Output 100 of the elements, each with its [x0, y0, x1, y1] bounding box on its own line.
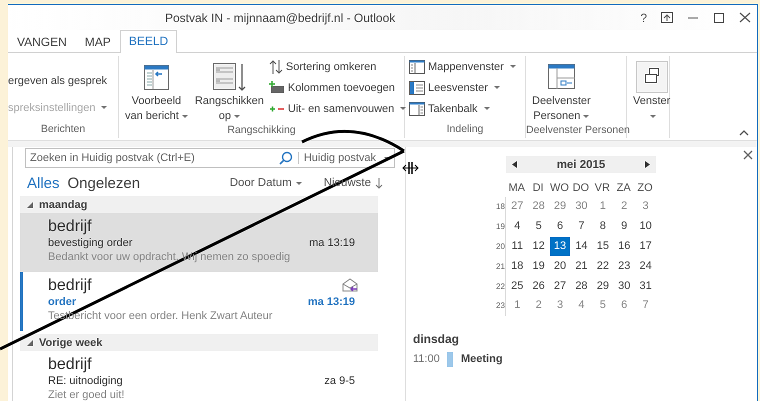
calendar-day[interactable]: 22 [592, 256, 613, 276]
calendar-day[interactable]: 7 [636, 296, 656, 316]
weekday-label: ZO [636, 182, 654, 194]
calendar-day[interactable]: 4 [571, 296, 592, 316]
ribbon-tab[interactable]: MAP [76, 31, 120, 53]
calendar-day[interactable]: 29 [592, 276, 613, 296]
calendar-day[interactable]: 1 [507, 296, 528, 316]
calendar-day[interactable]: 31 [636, 276, 656, 296]
caret-icon [400, 107, 406, 110]
weekday-label: DI [532, 182, 545, 194]
calendar-day[interactable]: 2 [614, 197, 634, 216]
ribbon-button[interactable]: Rangschikken op [192, 56, 266, 124]
calendar-day[interactable]: 2 [528, 296, 549, 316]
collapse-triangle-icon [27, 340, 33, 346]
calendar-day[interactable]: 17 [636, 236, 656, 256]
calendar-day[interactable]: 10 [636, 217, 656, 236]
calendar-day[interactable]: 1 [592, 197, 613, 216]
week-number: 19 [496, 221, 506, 234]
calendar-day[interactable]: 6 [550, 217, 570, 236]
calendar-day[interactable]: 8 [592, 217, 613, 236]
group-header[interactable]: Vorige week [20, 334, 378, 351]
calendar-day[interactable]: 11 [507, 236, 528, 256]
ribbon-button[interactable]: Voorbeeld van bericht [123, 56, 190, 124]
calendar-day[interactable]: 16 [614, 236, 634, 256]
maximize-icon[interactable] [713, 12, 725, 23]
calendar-day[interactable]: 28 [571, 276, 592, 296]
calendar-day[interactable]: 26 [528, 276, 549, 296]
week-number: 20 [496, 240, 506, 253]
scope-dropdown[interactable]: Huidig postvak [304, 152, 394, 164]
ribbon-button[interactable]: Kolommen toevoegen [268, 77, 406, 98]
ribbon-button[interactable]: Leesvenster [409, 77, 516, 98]
ribbon-button[interactable]: Uit- en samenvouwen [268, 98, 406, 119]
previous-month-icon[interactable] [512, 161, 517, 168]
collapse-ribbon-icon[interactable] [739, 130, 749, 136]
arrange-list-icon [211, 61, 248, 93]
calendar-day[interactable]: 14 [571, 236, 592, 256]
calendar-day[interactable]: 5 [592, 296, 613, 316]
add-columns-icon [268, 80, 285, 94]
calendar-day[interactable]: 28 [528, 197, 549, 216]
calendar-day[interactable]: 24 [636, 256, 656, 276]
group-label: Rangschikking [226, 124, 297, 138]
ribbon-tab[interactable]: BEELD [120, 30, 178, 53]
message-time: za 9-5 [324, 374, 355, 388]
ribbon-button[interactable]: Mappenvenster [409, 56, 516, 77]
ribbon-button[interactable]: Sortering omkeren [268, 56, 406, 77]
caret-icon [484, 107, 490, 110]
down-arrow-icon [375, 178, 383, 188]
calendar-day[interactable]: 30 [571, 197, 592, 216]
calendar-day[interactable]: 13 [550, 236, 570, 256]
calendar-day[interactable]: 27 [550, 276, 570, 296]
ribbon-button[interactable]: Takenbalk [409, 98, 516, 119]
agenda-item[interactable]: 11:00 Meeting [413, 352, 757, 367]
message-item[interactable]: bedrijf RE: uitnodiging za 9-5 Ziet er goed uit! [20, 351, 378, 401]
expand-collapse-icon [268, 104, 285, 114]
caret-icon [583, 114, 590, 118]
calendar-day[interactable]: 27 [507, 197, 528, 216]
calendar-day[interactable]: 9 [614, 217, 634, 236]
close-icon[interactable] [739, 12, 751, 23]
calendar-day[interactable]: 12 [528, 236, 549, 256]
search-icon[interactable] [278, 151, 293, 165]
help-button[interactable]: ? [640, 10, 647, 24]
ribbon-tab[interactable]: VANGEN [8, 31, 76, 53]
calendar-day[interactable]: 25 [507, 276, 528, 296]
filter-tab[interactable]: Alles [27, 174, 60, 192]
calendar-day[interactable]: 30 [614, 276, 634, 296]
filter-tab[interactable]: Ongelezen [68, 174, 140, 192]
ribbon-button[interactable]: Venster [631, 56, 672, 124]
group-label: Berichten [40, 123, 86, 137]
collapse-triangle-icon [27, 202, 33, 208]
calendar-day[interactable]: 29 [550, 197, 570, 216]
calendar-day[interactable]: 20 [550, 256, 570, 276]
calendar-day[interactable]: 3 [550, 296, 570, 316]
calendar-day[interactable]: 6 [614, 296, 634, 316]
calendar-day[interactable]: 4 [507, 217, 528, 236]
weekday-label: VR [594, 182, 611, 194]
sender-name: bedrijf [48, 217, 93, 236]
sender-name: bedrijf [48, 355, 93, 374]
calendar-day[interactable]: 15 [592, 236, 613, 256]
ribbon-button[interactable]: ergeven als gesprek [8, 70, 108, 91]
calendar-day[interactable]: 7 [571, 217, 592, 236]
ribbon-display-icon[interactable] [661, 12, 673, 23]
sender-name: bedrijf [48, 276, 93, 295]
group-header[interactable]: maandag [20, 196, 378, 213]
weekday-label: MA [507, 182, 526, 194]
ribbon-button[interactable]: Deelvenster Personen [530, 56, 593, 124]
weekday-label: WO [549, 182, 570, 194]
caret-icon [494, 86, 500, 89]
calendar-day[interactable]: 21 [571, 256, 592, 276]
caret-icon [296, 182, 302, 184]
sort-dropdown[interactable]: Door Datum [230, 177, 292, 189]
next-month-icon[interactable] [644, 161, 650, 168]
calendar-day[interactable]: 3 [636, 197, 656, 216]
calendar-day[interactable]: 18 [507, 256, 528, 276]
calendar-day[interactable]: 5 [528, 217, 549, 236]
calendar-day[interactable]: 19 [528, 256, 549, 276]
message-time: ma 13:19 [309, 236, 355, 250]
search-field[interactable]: Zoeken in Huidig postvak (Ctrl+E) Huidig postvak [25, 148, 395, 168]
calendar-day[interactable]: 23 [614, 256, 634, 276]
close-icon[interactable] [743, 150, 753, 160]
caret-icon [182, 114, 188, 118]
